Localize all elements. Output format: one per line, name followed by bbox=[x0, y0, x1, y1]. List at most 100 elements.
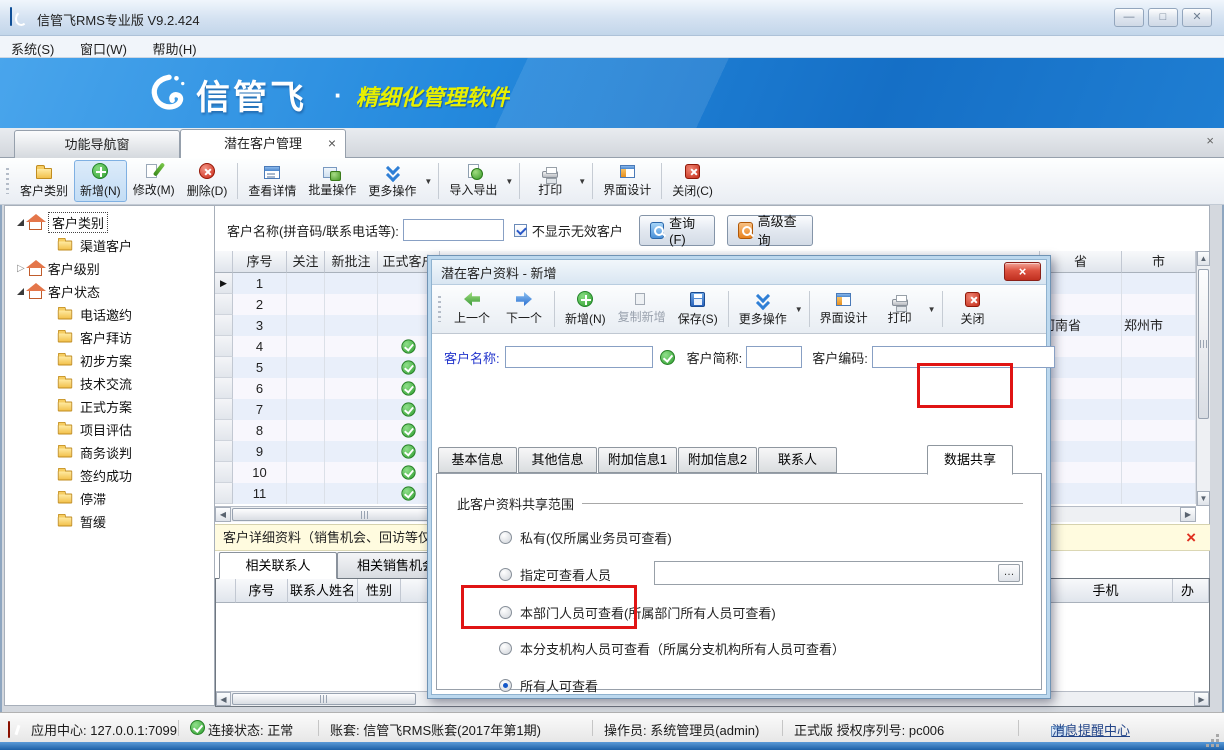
column-header[interactable]: 市 bbox=[1122, 251, 1196, 273]
change-password-button[interactable]: 修改密码 bbox=[888, 121, 940, 128]
view-details-button[interactable]: 查看详情 bbox=[242, 160, 302, 202]
expander-closed-icon[interactable]: ▷ bbox=[17, 263, 25, 274]
workbench-button[interactable]: 我的工作台 bbox=[698, 121, 763, 128]
user-center-button[interactable]: 用户中心 bbox=[1078, 121, 1130, 128]
tab-other-info[interactable]: 其他信息 bbox=[518, 447, 597, 473]
scrollbar-thumb[interactable] bbox=[1198, 269, 1209, 419]
menu-help[interactable]: 帮助(H) bbox=[142, 36, 208, 58]
tree-item-customer-level[interactable]: ▷客户级别 bbox=[17, 258, 100, 279]
exit-system-button[interactable]: 退出系统 bbox=[1166, 121, 1218, 128]
tree-item-customer-status[interactable]: 客户状态 bbox=[17, 281, 100, 302]
column-header[interactable]: 关注 bbox=[287, 251, 325, 273]
tree-item-status[interactable]: 客户拜访 bbox=[57, 327, 132, 348]
tab-extra-info1[interactable]: 附加信息1 bbox=[598, 447, 677, 473]
share-option-branch[interactable]: 本分支机构人员可查看（所属分支机构所有人员可查看） bbox=[499, 639, 845, 658]
tree-item-channel-customer[interactable]: 渠道客户 bbox=[57, 235, 132, 256]
column-header[interactable]: 联系人姓名 bbox=[288, 579, 358, 603]
column-header[interactable]: 新批注 bbox=[325, 251, 378, 273]
tree-item-status[interactable]: 商务谈判 bbox=[57, 442, 132, 463]
chevron-down-icon[interactable]: ▼ bbox=[424, 177, 432, 186]
scroll-up-icon[interactable]: ▲ bbox=[1197, 251, 1210, 266]
chevron-down-icon[interactable]: ▼ bbox=[928, 305, 936, 314]
maximize-button[interactable]: □ bbox=[1148, 8, 1178, 27]
tab-extra-info2[interactable]: 附加信息2 bbox=[678, 447, 757, 473]
specified-people-input[interactable]: … bbox=[654, 561, 1023, 585]
resize-grip[interactable] bbox=[1216, 734, 1219, 737]
share-option-specified[interactable]: 指定可查看人员 … bbox=[499, 565, 1023, 584]
document-center-button[interactable]: 单据中心 bbox=[799, 121, 851, 128]
more-actions-button[interactable]: 更多操作 bbox=[733, 288, 793, 330]
tab-related-contacts[interactable]: 相关联系人 bbox=[219, 552, 337, 579]
dialog-close-to-button[interactable]: 关闭 bbox=[947, 288, 999, 330]
dialog-title-bar[interactable]: 潜在客户资料 - 新增 × bbox=[432, 260, 1046, 285]
share-option-private[interactable]: 私有(仅所属业务员可查看) bbox=[499, 528, 672, 547]
scroll-left-icon[interactable]: ◀ bbox=[215, 507, 231, 522]
column-header[interactable]: 省 bbox=[1040, 251, 1122, 273]
print-button[interactable]: 打印 bbox=[524, 160, 576, 202]
browse-people-button[interactable]: … bbox=[998, 564, 1020, 582]
share-option-everyone[interactable]: 所有人可查看 bbox=[499, 676, 598, 695]
customer-shortname-input[interactable] bbox=[746, 346, 802, 368]
import-export-button[interactable]: 导入导出 bbox=[443, 160, 503, 202]
scroll-right-icon[interactable]: ▶ bbox=[1180, 507, 1196, 522]
add-button[interactable]: 新增(N) bbox=[559, 288, 612, 330]
chevron-down-icon[interactable]: ▼ bbox=[578, 177, 586, 186]
next-record-button[interactable]: 下一个 bbox=[498, 288, 550, 330]
scroll-right-icon[interactable]: ▶ bbox=[1194, 692, 1209, 706]
tree-item-status[interactable]: 停滞 bbox=[57, 488, 106, 509]
ui-design-button[interactable]: 界面设计 bbox=[814, 288, 874, 330]
tree-item-status[interactable]: 正式方案 bbox=[57, 396, 132, 417]
expander-open-icon[interactable] bbox=[17, 219, 24, 226]
query-button[interactable]: 查询(F) bbox=[639, 215, 715, 246]
tree-item-status[interactable]: 技术交流 bbox=[57, 373, 132, 394]
scrollbar-thumb[interactable] bbox=[232, 693, 416, 705]
column-header[interactable]: 手机 bbox=[1039, 579, 1173, 603]
radio-icon[interactable] bbox=[499, 531, 512, 544]
ui-design-button[interactable]: 界面设计 bbox=[597, 160, 657, 202]
close-page-button[interactable]: 关闭(C) bbox=[666, 160, 719, 202]
minimize-button[interactable]: — bbox=[1114, 8, 1144, 27]
hide-invalid-checkbox[interactable] bbox=[514, 224, 527, 237]
edit-button[interactable]: 修改(M) bbox=[127, 160, 181, 202]
tab-data-sharing[interactable]: 数据共享 bbox=[927, 445, 1013, 475]
batch-operations-button[interactable]: 批量操作 bbox=[302, 160, 362, 202]
tree-item-status[interactable]: 项目评估 bbox=[57, 419, 132, 440]
tab-function-nav[interactable]: 功能导航窗 bbox=[14, 130, 180, 158]
switch-operator-button[interactable]: 更换操作员 bbox=[976, 121, 1041, 128]
close-all-tabs-icon[interactable]: × bbox=[1206, 133, 1214, 148]
previous-record-button[interactable]: 上一个 bbox=[446, 288, 498, 330]
message-center-link[interactable]: 消息提醒中心 bbox=[1052, 720, 1130, 739]
chevron-down-icon[interactable]: ▼ bbox=[795, 305, 803, 314]
tab-contacts[interactable]: 联系人 bbox=[758, 447, 837, 473]
close-tab-icon[interactable]: × bbox=[328, 130, 336, 157]
tree-item-status[interactable]: 电话邀约 bbox=[57, 304, 132, 325]
print-button[interactable]: 打印 bbox=[874, 288, 926, 330]
customer-category-button[interactable]: 客户类别 bbox=[14, 160, 74, 202]
column-header[interactable]: 性别 bbox=[358, 579, 401, 603]
expander-open-icon[interactable] bbox=[17, 288, 24, 295]
delete-button[interactable]: 删除(D) bbox=[181, 160, 234, 202]
dialog-close-button[interactable]: × bbox=[1004, 262, 1041, 281]
close-detail-icon[interactable]: × bbox=[1186, 529, 1196, 546]
menu-window[interactable]: 窗口(W) bbox=[69, 36, 138, 58]
tree-item-customer-category[interactable]: 客户类别 bbox=[17, 212, 108, 233]
customer-name-input[interactable] bbox=[505, 346, 653, 368]
add-button[interactable]: 新增(N) bbox=[74, 160, 127, 202]
search-input[interactable] bbox=[403, 219, 504, 241]
scroll-down-icon[interactable]: ▼ bbox=[1197, 491, 1210, 506]
radio-icon[interactable] bbox=[499, 642, 512, 655]
radio-icon[interactable] bbox=[499, 679, 512, 692]
column-header[interactable]: 序号 bbox=[236, 579, 288, 603]
tab-potential-customers[interactable]: 潜在客户管理 × bbox=[180, 129, 346, 158]
tree-item-status[interactable]: 初步方案 bbox=[57, 350, 132, 371]
menu-system[interactable]: 系统(S) bbox=[0, 36, 65, 58]
tab-basic-info[interactable]: 基本信息 bbox=[438, 447, 517, 473]
column-header[interactable]: 办 bbox=[1173, 579, 1209, 603]
chevron-down-icon[interactable]: ▼ bbox=[505, 177, 513, 186]
tree-item-status[interactable]: 暂缓 bbox=[57, 511, 106, 532]
radio-icon[interactable] bbox=[499, 568, 512, 581]
column-header[interactable]: 序号 bbox=[233, 251, 287, 273]
close-button[interactable]: ✕ bbox=[1182, 8, 1212, 27]
more-actions-button[interactable]: 更多操作 bbox=[362, 160, 422, 202]
scroll-left-icon[interactable]: ◀ bbox=[216, 692, 231, 706]
